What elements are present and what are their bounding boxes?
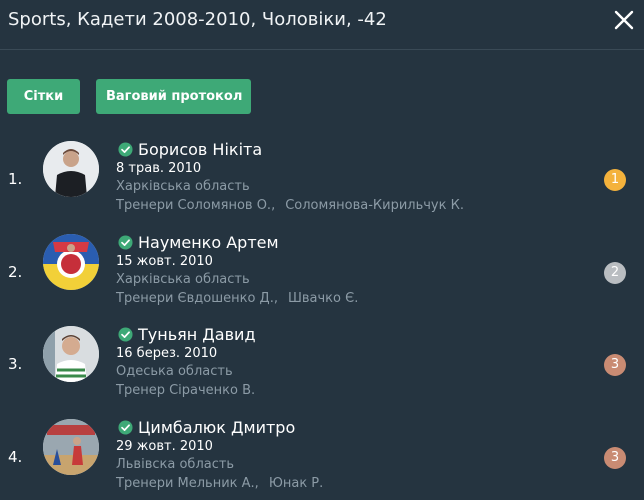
participant-birthdate: 8 трав. 2010 xyxy=(116,161,202,176)
place-badge: 3 xyxy=(604,447,626,469)
dialog-title: Sports, Кадети 2008-2010, Чоловіки, -42 xyxy=(8,9,387,30)
verified-check-icon xyxy=(118,235,133,250)
dialog-header: Sports, Кадети 2008-2010, Чоловіки, -42 xyxy=(0,0,644,50)
avatar[interactable] xyxy=(43,141,99,197)
coach-name: Євдошенко Д., xyxy=(177,291,278,306)
participant-name[interactable]: Туньян Давид xyxy=(138,325,256,344)
participant-number: 4. xyxy=(8,448,23,466)
participant-row: 2. Науменко Артем 15 жовт. 2010 Харківсь… xyxy=(0,233,644,324)
coach-name: Соломянов О., xyxy=(177,198,276,213)
participant-name[interactable]: Борисов Нікіта xyxy=(138,140,262,159)
participant-region: Одеська область xyxy=(116,364,233,379)
verified-check-icon xyxy=(118,420,133,435)
participant-number: 1. xyxy=(8,170,23,188)
participant-birthdate: 15 жовт. 2010 xyxy=(116,254,213,269)
close-icon[interactable] xyxy=(612,8,636,32)
weight-protocol-button[interactable]: Ваговий протокол xyxy=(96,79,251,114)
avatar[interactable] xyxy=(43,326,99,382)
participant-birthdate: 29 жовт. 2010 xyxy=(116,439,213,454)
coach-label: Тренер xyxy=(116,383,165,398)
participant-birthdate: 16 берез. 2010 xyxy=(116,346,218,361)
verified-check-icon xyxy=(118,327,133,342)
avatar[interactable] xyxy=(43,419,99,475)
verified-check-icon xyxy=(118,142,133,157)
participant-number: 3. xyxy=(8,355,23,373)
avatar[interactable] xyxy=(43,234,99,290)
participant-name[interactable]: Науменко Артем xyxy=(138,233,279,252)
place-badge: 3 xyxy=(604,354,626,376)
participant-row: 1. Борисов Нікіта 8 трав. 2010 Харківськ… xyxy=(0,140,644,231)
participant-region: Харківська область xyxy=(116,272,250,287)
coach-label: Тренери xyxy=(116,198,174,213)
coach-label: Тренери xyxy=(116,291,174,306)
coach-name: Юнак Р. xyxy=(268,476,324,491)
coach-name: Соломянова-Кирильчук К. xyxy=(285,198,464,213)
participant-region: Харківська область xyxy=(116,179,250,194)
participant-number: 2. xyxy=(8,263,23,281)
participant-row: 4. Цимбалюк Дмитро 29 жовт. 2010 Львівск… xyxy=(0,418,644,500)
coach-name: Швачко Є. xyxy=(287,291,359,306)
participant-region: Львівска область xyxy=(116,457,235,472)
coach-label: Тренери xyxy=(116,476,174,491)
place-badge: 2 xyxy=(604,262,626,284)
coach-name: Мельник А., xyxy=(177,476,259,491)
participant-coaches: Тренери Мельник А., Юнак Р. xyxy=(116,476,323,491)
participant-row: 3. Туньян Давид 16 берез. 2010 Одеська о… xyxy=(0,325,644,416)
grids-button[interactable]: Сітки xyxy=(7,79,80,114)
participant-coaches: Тренер Сіраченко В. xyxy=(116,383,255,398)
participant-coaches: Тренери Євдошенко Д., Швачко Є. xyxy=(116,291,358,306)
participant-name[interactable]: Цимбалюк Дмитро xyxy=(138,418,295,437)
participant-coaches: Тренери Соломянов О., Соломянова-Кирильчу… xyxy=(116,198,464,213)
place-badge: 1 xyxy=(604,169,626,191)
coach-name: Сіраченко В. xyxy=(169,383,256,398)
